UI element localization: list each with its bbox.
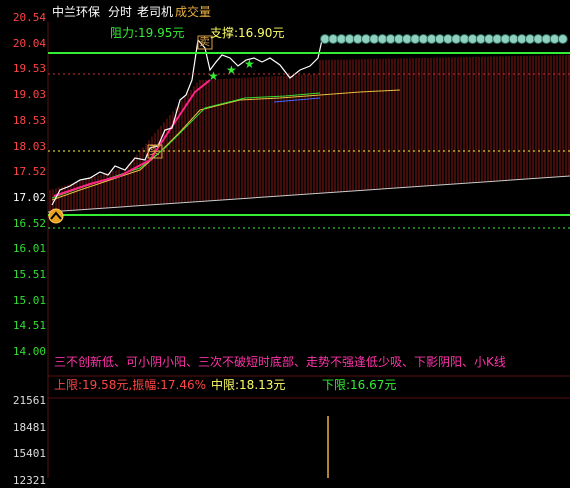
signal-circle — [557, 34, 568, 44]
signal-circle — [426, 34, 437, 44]
price-axis-label: 19.03 — [12, 88, 46, 102]
support-label: 支撑:16.90元 — [210, 26, 285, 40]
signal-circle — [393, 34, 404, 44]
signal-circle — [549, 34, 560, 44]
signal-circle — [369, 34, 380, 44]
price-axis-label: 18.53 — [12, 113, 46, 127]
signal-circle — [320, 34, 330, 44]
signal-circle — [443, 34, 453, 44]
signal-circle — [402, 34, 412, 44]
avg-price-line — [53, 79, 211, 197]
signal-circle — [475, 34, 486, 44]
signal-circle — [328, 34, 339, 44]
signal-circle — [467, 34, 478, 44]
volume-indicator-tab[interactable]: 成交量 — [175, 4, 211, 20]
strategy-note: 三不创新低、可小阴小阳、三次不破短时底部、走势不强逢低少吸、下影阴阳、小K线 — [54, 355, 506, 369]
price-axis-label: 17.02 — [12, 190, 46, 204]
price-axis-label: 15.51 — [12, 268, 46, 281]
volume-axis-label: 18481 — [12, 420, 46, 434]
indicator-name[interactable]: 老司机 — [137, 4, 173, 20]
price-axis-label: 18.03 — [12, 139, 46, 153]
period-tab[interactable]: 分时 — [108, 4, 132, 20]
intraday-chart[interactable] — [0, 0, 570, 478]
price-axis-label: 14.00 — [12, 345, 46, 359]
mid-limit-label: 中限:18.13元 — [211, 378, 286, 392]
price-axis-label: 16.52 — [12, 216, 46, 230]
signal-circle — [492, 34, 503, 44]
price-lines — [47, 38, 570, 213]
volume-axis-label: 21561 — [12, 394, 46, 407]
star-marker-2: ★ — [226, 63, 237, 77]
signal-circle — [344, 34, 355, 44]
price-axis-label: 14.51 — [12, 319, 46, 333]
volume-axis-label: 15401 — [12, 447, 46, 460]
price-axis-label: 17.52 — [12, 165, 46, 179]
indicator-bars — [49, 55, 570, 212]
signal-circle — [533, 34, 544, 44]
price-axis-label: 16.01 — [12, 242, 46, 256]
price-axis-label: 20.54 — [12, 11, 46, 24]
signal-circle — [541, 34, 552, 44]
signal-circle — [525, 34, 535, 44]
signal-circle — [508, 34, 519, 44]
signal-circle — [484, 34, 494, 44]
price-axis-label: 15.01 — [12, 293, 46, 307]
signal-circle — [352, 34, 363, 44]
signal-circle — [434, 34, 445, 44]
stock-name: 中兰环保 — [52, 5, 101, 19]
volume-axis-label: 12321 — [12, 473, 46, 487]
signal-circle — [451, 34, 462, 44]
signal-circle — [500, 34, 511, 44]
signal-circle — [385, 34, 396, 44]
signal-circle — [361, 34, 371, 44]
sell-marker: 卖 — [199, 35, 210, 48]
signal-circle — [459, 34, 470, 44]
signal-circle — [516, 34, 527, 44]
signal-circle — [377, 34, 388, 44]
signal-circle — [410, 34, 421, 44]
signal-circle-row — [320, 34, 568, 44]
buy-marker: 买 — [149, 144, 160, 157]
base-trend-line — [47, 175, 570, 213]
price-axis-label: 19.53 — [12, 62, 46, 76]
upper-limit-label: 上限:19.58元,振幅:17.46% — [54, 378, 207, 392]
resistance-label: 阻力:19.95元 — [110, 26, 185, 40]
signal-circle — [418, 34, 429, 44]
lower-limit-label: 下限:16.67元 — [322, 378, 397, 392]
star-marker-3: ★ — [244, 57, 255, 71]
start-marker-icon — [48, 208, 64, 224]
signal-circle — [336, 34, 347, 44]
price-axis-label: 20.04 — [12, 36, 46, 50]
star-marker-1: ★ — [208, 69, 219, 83]
